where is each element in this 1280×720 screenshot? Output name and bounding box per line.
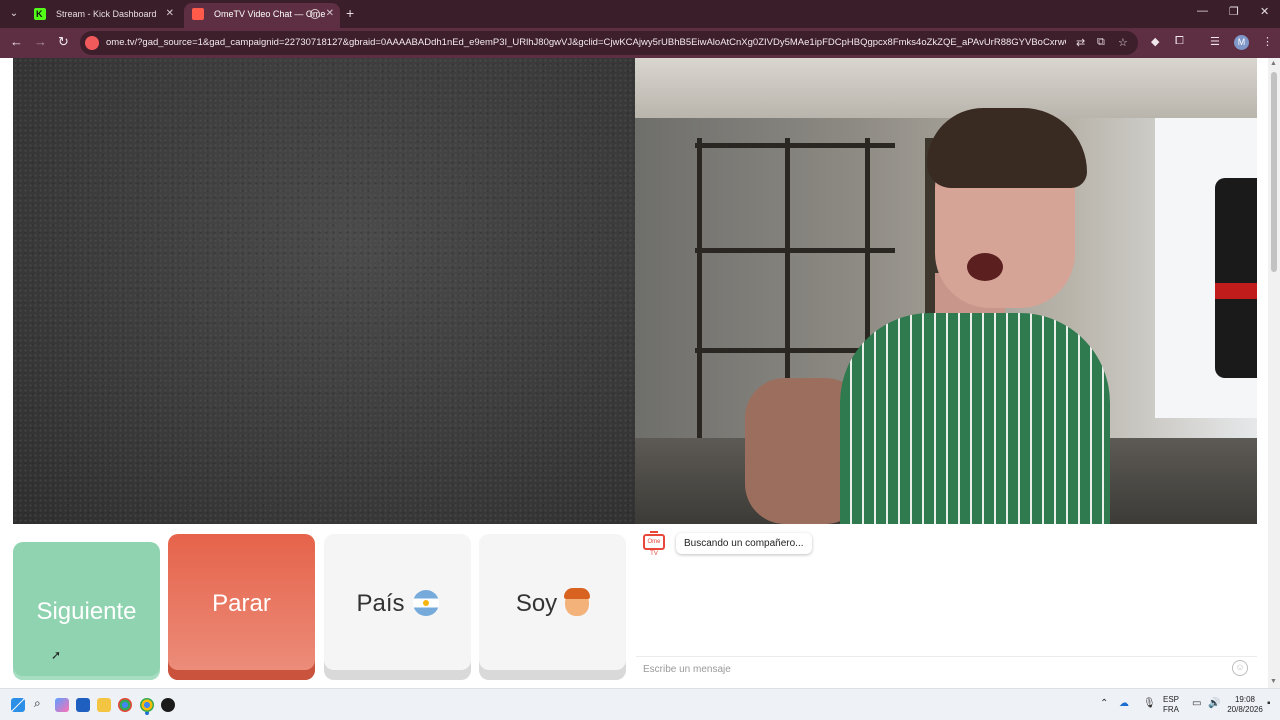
scroll-thumb[interactable] xyxy=(1271,72,1277,272)
media-controls-icon[interactable]: ☰ xyxy=(1210,35,1220,48)
translate-icon[interactable]: ⇄ xyxy=(1076,36,1085,49)
file-explorer-icon[interactable] xyxy=(97,698,111,712)
network-icon[interactable]: ▭ xyxy=(1192,698,1201,709)
microphone-band xyxy=(1215,283,1257,299)
search-icon[interactable]: ⌕ xyxy=(34,696,48,710)
scroll-down-icon[interactable]: ▼ xyxy=(1270,678,1277,685)
room-ceiling xyxy=(635,58,1257,118)
address-bar[interactable]: ome.tv/?gad_source=1&gad_campaignid=2273… xyxy=(80,31,1138,55)
message-input[interactable] xyxy=(636,656,1257,682)
back-arrow-icon[interactable]: ← xyxy=(10,34,23,49)
clock[interactable]: 19:08 20/8/2026 xyxy=(1226,695,1264,715)
extensions-puzzle-icon[interactable]: ⧠ xyxy=(1175,35,1184,48)
tab-title: Stream - Kick Dashboard xyxy=(56,9,157,19)
close-icon[interactable]: ✕ xyxy=(326,3,334,25)
copilot-icon[interactable] xyxy=(55,698,69,712)
stop-button-label: Parar xyxy=(212,590,271,617)
partner-video-placeholder xyxy=(13,58,635,524)
tab-ometv[interactable]: OmeTV Video Chat — Ome ✕ xyxy=(184,3,340,28)
country-button[interactable]: País xyxy=(324,534,471,680)
microphone xyxy=(1215,178,1257,378)
scroll-up-icon[interactable]: ▲ xyxy=(1270,60,1277,67)
kick-icon xyxy=(34,3,46,25)
cloud-sync-icon[interactable]: ☁ xyxy=(1119,698,1129,709)
boy-emoji-icon xyxy=(564,587,591,616)
windows-start-icon[interactable] xyxy=(11,698,25,712)
ometv-page: Siguiente Parar País Soy ➚ Ome TV Buscan… xyxy=(0,58,1280,688)
ometv-logo-icon: Ome TV xyxy=(643,531,665,557)
person-mouth xyxy=(967,253,1003,281)
keyboard-language[interactable]: ESP FRA xyxy=(1163,695,1179,715)
stop-button[interactable]: Parar xyxy=(168,534,315,680)
chrome-icon[interactable] xyxy=(118,698,132,712)
obs-icon[interactable] xyxy=(161,698,175,712)
chrome-active-icon[interactable] xyxy=(140,698,154,712)
bookmark-star-icon[interactable]: ☆ xyxy=(1118,36,1128,49)
clock-date: 20/8/2026 xyxy=(1227,705,1263,714)
volume-icon[interactable]: 🔊 xyxy=(1208,698,1220,709)
notifications-icon[interactable]: ▪ xyxy=(1267,698,1271,709)
menu-dots-icon[interactable]: ⋮ xyxy=(1262,35,1273,48)
close-window-icon[interactable]: ✕ xyxy=(1260,5,1269,18)
gender-button-label: Soy xyxy=(515,590,558,617)
static-noise xyxy=(13,58,635,524)
extension-diamond-icon[interactable]: ◆ xyxy=(1151,35,1159,48)
forward-arrow-icon[interactable]: → xyxy=(34,34,47,49)
language-secondary: FRA xyxy=(1163,705,1179,714)
new-tab-button[interactable]: + xyxy=(346,5,354,21)
country-button-label: País xyxy=(356,590,405,617)
tab-kick-dashboard[interactable]: Stream - Kick Dashboard ✕ xyxy=(26,3,180,28)
tab-search-icon[interactable]: ⌄ xyxy=(6,6,22,22)
tab-title: OmeTV Video Chat — Ome xyxy=(214,9,326,19)
ometv-icon xyxy=(192,8,204,20)
tray-chevron-icon[interactable]: ⌃ xyxy=(1100,698,1108,709)
site-info-icon[interactable] xyxy=(85,36,99,50)
store-icon[interactable] xyxy=(76,698,90,712)
gender-button[interactable]: Soy xyxy=(479,534,626,680)
windows-taskbar: ⌕ ⌃ ☁ 🎙 ESP FRA ▭ 🔊 19:08 20/8/2026 ▪ xyxy=(0,688,1280,720)
chat-panel: Ome TV Buscando un compañero... ☺ xyxy=(636,524,1257,688)
minimize-icon[interactable]: — xyxy=(1197,5,1208,17)
mouse-cursor-icon: ➚ xyxy=(51,648,62,662)
tab-strip: ⌄ Stream - Kick Dashboard ✕ OmeTV Video … xyxy=(0,0,1280,28)
restore-icon[interactable]: ❐ xyxy=(1229,5,1239,18)
browser-toolbar: ← → ↻ ome.tv/?gad_source=1&gad_campaigni… xyxy=(0,28,1280,58)
next-button[interactable]: Siguiente xyxy=(13,542,160,680)
url-text[interactable]: ome.tv/?gad_source=1&gad_campaignid=2273… xyxy=(106,31,1066,55)
clock-time: 19:08 xyxy=(1234,695,1256,704)
person-jersey xyxy=(840,313,1110,524)
own-webcam-video xyxy=(635,58,1257,524)
close-icon[interactable]: ✕ xyxy=(166,3,174,25)
emoji-picker-icon[interactable]: ☺ xyxy=(1232,660,1248,676)
status-message: Buscando un compañero... xyxy=(676,533,812,554)
audio-playing-icon[interactable] xyxy=(310,9,320,19)
install-app-icon[interactable]: ⧉ xyxy=(1097,36,1105,49)
language-primary: ESP xyxy=(1163,695,1180,704)
profile-avatar[interactable]: M xyxy=(1234,35,1249,50)
argentina-flag-icon xyxy=(412,589,439,616)
microphone-icon[interactable]: 🎙 xyxy=(1143,698,1156,709)
reload-icon[interactable]: ↻ xyxy=(58,34,69,50)
next-button-label: Siguiente xyxy=(36,598,137,625)
page-scrollbar[interactable]: ▲ ▼ xyxy=(1268,58,1280,688)
person-hair xyxy=(927,108,1087,188)
